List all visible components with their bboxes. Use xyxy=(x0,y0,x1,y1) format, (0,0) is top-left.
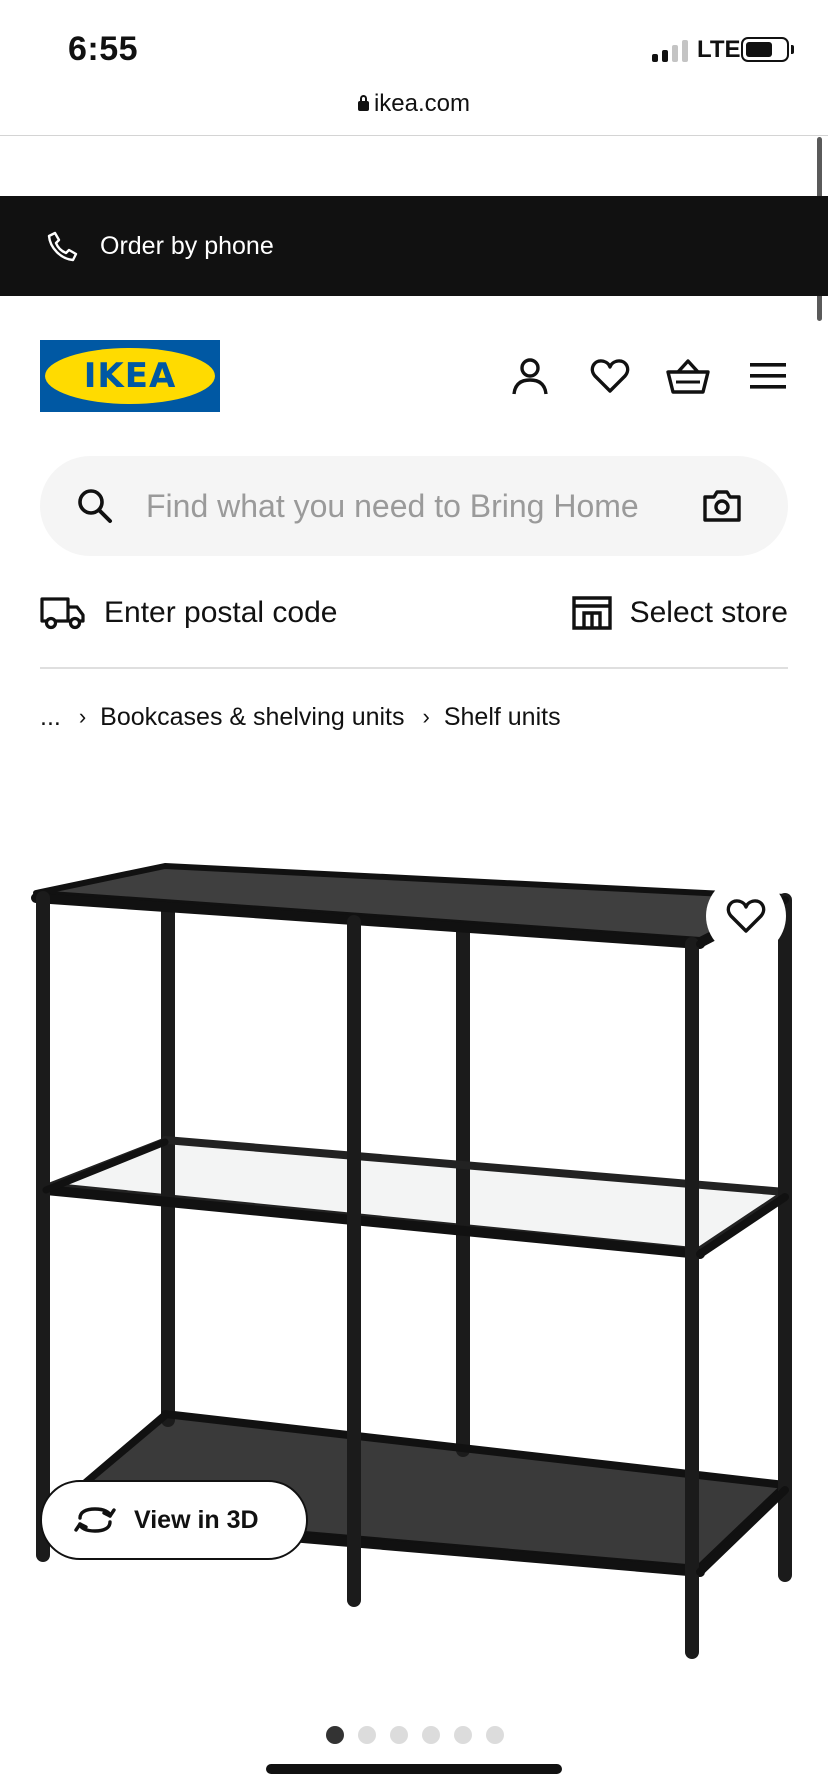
network-type: LTE xyxy=(697,36,741,63)
user-icon[interactable] xyxy=(508,354,552,398)
heart-icon xyxy=(726,899,766,933)
store-icon xyxy=(571,596,612,630)
heart-icon[interactable] xyxy=(588,354,632,398)
breadcrumb: ... › Bookcases & shelving units › Shelf… xyxy=(40,700,561,734)
view-in-3d-button[interactable]: View in 3D xyxy=(40,1480,308,1560)
order-by-phone-label: Order by phone xyxy=(100,231,274,260)
search-bar xyxy=(40,456,788,556)
carousel-dot[interactable] xyxy=(390,1726,408,1744)
breadcrumb-item[interactable]: Shelf units xyxy=(444,703,561,732)
phone-icon xyxy=(47,231,78,262)
add-to-favorites-button[interactable] xyxy=(706,876,786,956)
carousel-dot[interactable] xyxy=(326,1726,344,1744)
view-in-3d-label: View in 3D xyxy=(134,1505,259,1534)
carousel-dot[interactable] xyxy=(358,1726,376,1744)
lock-icon xyxy=(357,95,369,111)
delivery-row: Enter postal code Select store xyxy=(40,590,788,636)
home-indicator xyxy=(266,1764,562,1774)
menu-icon[interactable] xyxy=(746,354,790,398)
rotate-3d-icon xyxy=(74,1507,116,1533)
truck-icon xyxy=(40,597,85,630)
url-text: ikea.com xyxy=(373,90,471,117)
status-bar: 6:55 LTE xyxy=(0,0,828,100)
select-store-label: Select store xyxy=(629,596,788,629)
carousel-dots xyxy=(326,1726,504,1744)
postal-code-button[interactable]: Enter postal code xyxy=(40,590,337,636)
status-time: 6:55 xyxy=(68,30,139,68)
breadcrumb-item[interactable]: Bookcases & shelving units xyxy=(100,703,404,732)
carousel-dot[interactable] xyxy=(486,1726,504,1744)
chevron-right-icon: › xyxy=(422,704,430,729)
select-store-button[interactable]: Select store xyxy=(571,590,788,636)
camera-search-icon[interactable] xyxy=(702,486,742,526)
url-bar[interactable]: ikea.com xyxy=(0,90,828,136)
postal-code-label: Enter postal code xyxy=(104,596,338,629)
battery-tip xyxy=(791,45,794,54)
divider xyxy=(40,667,788,669)
header-icons xyxy=(508,354,790,398)
order-by-phone-banner[interactable]: Order by phone xyxy=(0,196,828,296)
signal-strength-icon xyxy=(652,38,688,62)
carousel-dot[interactable] xyxy=(454,1726,472,1744)
ikea-logo[interactable]: IKEA xyxy=(40,340,220,412)
battery-icon xyxy=(741,37,789,62)
chevron-right-icon: › xyxy=(78,704,87,729)
search-icon[interactable] xyxy=(76,487,114,525)
basket-icon[interactable] xyxy=(666,354,710,398)
breadcrumb-ellipsis[interactable]: ... xyxy=(40,703,61,732)
carousel-dot[interactable] xyxy=(422,1726,440,1744)
logo-text: IKEA xyxy=(83,356,177,396)
search-input[interactable] xyxy=(146,482,716,530)
